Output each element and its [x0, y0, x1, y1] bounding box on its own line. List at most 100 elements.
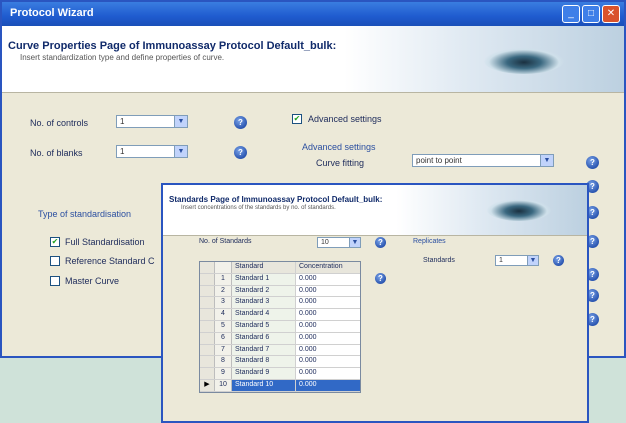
concentration-cell[interactable]: 0.000 — [296, 274, 360, 285]
title-bar[interactable]: Protocol Wizard _ □ ✕ — [2, 2, 624, 26]
standard-name-cell[interactable]: Standard 3 — [232, 297, 296, 309]
row-indicator — [200, 273, 215, 285]
help-icon[interactable]: ? — [553, 255, 564, 266]
table-row[interactable]: 2 Standard 2 0.000 — [200, 285, 360, 298]
table-row[interactable]: 1 Standard 1 0.000 — [200, 273, 360, 286]
standards-count-select[interactable]: 10 ▼ — [317, 237, 361, 248]
chevron-down-icon[interactable]: ▼ — [174, 116, 187, 127]
sub-page-title: Standards Page of Immunoassay Protocol D… — [169, 195, 383, 204]
grid-body: 1 Standard 1 0.000 2 Standard 2 0.000 3 Standar… — [200, 273, 360, 392]
table-row[interactable]: 5 Standard 5 0.000 — [200, 320, 360, 333]
concentration-cell[interactable]: 0.000 — [296, 309, 360, 320]
eye-logo-icon — [484, 48, 564, 74]
row-number: 4 — [215, 309, 232, 320]
row-number: 6 — [215, 332, 232, 344]
row-number: 10 — [215, 379, 232, 391]
page-header: Curve Properties Page of Immunoassay Pro… — [2, 26, 624, 93]
option-label: Master Curve — [65, 276, 120, 286]
table-row[interactable]: 6 Standard 6 0.000 — [200, 332, 360, 345]
advanced-settings-checkbox-label: Advanced settings — [308, 114, 382, 124]
standard-name-cell[interactable]: Standard 5 — [232, 320, 296, 332]
table-row[interactable]: 4 Standard 4 0.000 — [200, 309, 360, 321]
replicates-select[interactable]: 1 ▼ — [495, 255, 539, 266]
help-icon[interactable]: ? — [375, 237, 386, 248]
reference-standard-checkbox[interactable] — [50, 256, 60, 266]
row-indicator — [200, 344, 215, 356]
standards-count-label: No. of Standards — [199, 238, 252, 245]
standard-name-cell[interactable]: Standard 8 — [232, 356, 296, 368]
standard-name-cell[interactable]: Standard 1 — [232, 273, 296, 285]
standard-name-cell[interactable]: Standard 4 — [232, 309, 296, 320]
curve-fitting-value: point to point — [416, 156, 462, 165]
standards-page-window: Standards Page of Immunoassay Protocol D… — [161, 183, 589, 423]
help-icon[interactable]: ? — [586, 156, 599, 169]
grid-header-row: Standard Concentration — [200, 262, 360, 274]
curve-fitting-select[interactable]: point to point ▼ — [412, 154, 554, 167]
standardisation-section: Type of standardisation — [38, 209, 132, 219]
curve-fitting-label: Curve fitting — [316, 158, 365, 168]
table-row[interactable]: 8 Standard 8 0.000 — [200, 356, 360, 369]
row-indicator — [200, 332, 215, 344]
concentration-cell[interactable]: 0.000 — [296, 379, 360, 391]
option-label: Full Standardisation — [65, 237, 145, 247]
controls-value: 1 — [120, 117, 125, 126]
page-subtitle: Insert standardization type and define p… — [20, 53, 225, 62]
chevron-down-icon[interactable]: ▼ — [349, 238, 360, 247]
row-indicator — [200, 356, 215, 368]
advanced-settings-section: Advanced settings — [302, 142, 376, 152]
concentration-cell[interactable]: 0.000 — [296, 333, 360, 344]
sub-page-subtitle: Insert concentrations of the standards b… — [181, 205, 336, 211]
close-icon[interactable]: ✕ — [602, 5, 620, 23]
standards-grid[interactable]: Standard Concentration 1 Standard 1 0.000 2… — [199, 261, 361, 393]
full-standardisation-checkbox[interactable]: ✔ — [50, 237, 60, 247]
page-title: Curve Properties Page of Immunoassay Pro… — [8, 40, 337, 52]
concentration-cell[interactable]: 0.000 — [296, 297, 360, 308]
advanced-settings-checkbox[interactable]: ✔ — [292, 114, 302, 124]
row-number: 1 — [215, 273, 232, 285]
row-number: 7 — [215, 344, 232, 356]
row-number: 9 — [215, 368, 232, 379]
chevron-down-icon[interactable]: ▼ — [174, 146, 187, 157]
standard-name-cell[interactable]: Standard 9 — [232, 368, 296, 379]
controls-select[interactable]: 1 ▼ — [116, 115, 188, 128]
window-title: Protocol Wizard — [10, 7, 94, 19]
option-label: Reference Standard C — [65, 256, 155, 266]
help-icon[interactable]: ? — [234, 116, 247, 129]
table-row[interactable]: 9 Standard 9 0.000 — [200, 368, 360, 380]
row-number: 3 — [215, 297, 232, 309]
concentration-cell[interactable]: 0.000 — [296, 345, 360, 356]
row-indicator — [200, 309, 215, 320]
standard-name-cell[interactable]: Standard 7 — [232, 344, 296, 356]
standard-name-cell[interactable]: Standard 6 — [232, 332, 296, 344]
replicates-label: Standards — [423, 257, 455, 264]
grid-header-cell — [200, 262, 215, 273]
concentration-cell[interactable]: 0.000 — [296, 321, 360, 332]
eye-logo-icon — [487, 199, 551, 221]
concentration-cell[interactable]: 0.000 — [296, 368, 360, 379]
concentration-cell[interactable]: 0.000 — [296, 286, 360, 297]
row-indicator — [200, 320, 215, 332]
blanks-select[interactable]: 1 ▼ — [116, 145, 188, 158]
help-icon[interactable]: ? — [375, 273, 386, 284]
minimize-icon[interactable]: _ — [562, 5, 580, 23]
row-number: 5 — [215, 320, 232, 332]
standard-name-cell[interactable]: Standard 10 — [232, 379, 296, 391]
replicates-section: Replicates — [413, 238, 446, 245]
master-curve-checkbox[interactable] — [50, 276, 60, 286]
help-icon[interactable]: ? — [234, 146, 247, 159]
row-indicator — [200, 285, 215, 297]
table-row[interactable]: 3 Standard 3 0.000 — [200, 297, 360, 310]
chevron-down-icon[interactable]: ▼ — [540, 155, 553, 166]
standards-count-value: 10 — [321, 239, 329, 246]
table-row[interactable]: 7 Standard 7 0.000 — [200, 344, 360, 357]
row-indicator — [200, 368, 215, 379]
table-row[interactable]: ▶ 10 Standard 10 0.000 — [200, 379, 360, 392]
row-number: 2 — [215, 285, 232, 297]
standard-name-cell[interactable]: Standard 2 — [232, 285, 296, 297]
controls-label: No. of controls — [30, 118, 89, 128]
maximize-icon[interactable]: □ — [582, 5, 600, 23]
row-number: 8 — [215, 356, 232, 368]
concentration-cell[interactable]: 0.000 — [296, 356, 360, 367]
replicates-value: 1 — [499, 257, 503, 264]
chevron-down-icon[interactable]: ▼ — [527, 256, 538, 265]
